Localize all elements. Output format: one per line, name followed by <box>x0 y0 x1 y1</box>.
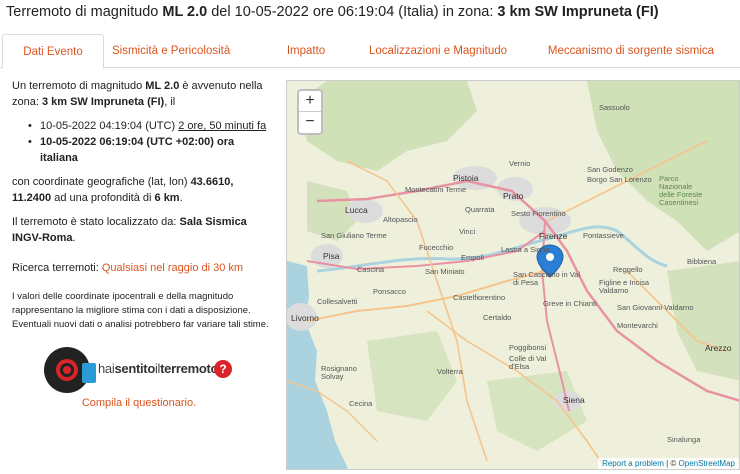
title-zone: 3 km SW Impruneta (FI) <box>497 4 659 20</box>
map-label: Quarrata <box>465 205 495 214</box>
intro-text: Un terremoto di magnitudo ML 2.0 è avven… <box>12 78 274 110</box>
map-label: Ponsacco <box>373 287 406 296</box>
title-magnitude: ML 2.0 <box>162 4 208 20</box>
map-label: Firenze <box>539 231 568 241</box>
map-label: Collesalvetti <box>317 297 358 306</box>
map-label: Borgo San Lorenzo <box>587 175 652 184</box>
map-label: Livorno <box>291 313 319 323</box>
map-label: Vinci <box>459 227 476 236</box>
map-label: Lastra a Signa <box>501 245 550 254</box>
located-part: Il terremoto è stato localizzato da: <box>12 216 180 228</box>
located-by-text: Il terremoto è stato localizzato da: Sal… <box>12 214 274 246</box>
tab-sismicita[interactable]: Sismicità e Pericolosità <box>112 34 230 68</box>
map-label: Montecatini Terme <box>405 185 467 194</box>
map-label: Sesto Fiorentino <box>511 209 566 218</box>
coords-part: . <box>179 192 183 204</box>
map-label: Prato <box>503 191 524 201</box>
tab-dati-evento[interactable]: Dati Evento <box>2 34 104 69</box>
report-problem-link[interactable]: Report a problem <box>602 459 664 468</box>
map-label: Siena <box>563 395 585 405</box>
map-label: Arezzo <box>705 343 732 353</box>
attribution-separator: | © <box>663 459 679 468</box>
zoom-out-button[interactable]: − <box>299 112 321 133</box>
help-icon[interactable]: ? <box>214 360 232 378</box>
map-label: Colle di Val d'Elsa <box>509 354 547 371</box>
intro-part: , il <box>164 96 176 108</box>
map-label: Montevarchi <box>617 321 658 330</box>
map-label: Greve in Chianti <box>543 299 597 308</box>
map-label: San Godenzo <box>587 165 633 174</box>
osm-link[interactable]: OpenStreetMap <box>679 459 735 468</box>
time-list: 10-05-2022 04:19:04 (UTC) 2 ore, 50 minu… <box>28 118 274 166</box>
map[interactable]: Pistoia Prato Montecatini Terme Lucca Al… <box>286 80 740 470</box>
search-radius-link[interactable]: Qualsiasi nel raggio di 30 km <box>102 262 243 274</box>
tab-localizzazioni[interactable]: Localizzazioni e Magnitudo <box>366 34 510 68</box>
logo-text: haisentitoilterremoto <box>98 361 218 376</box>
questionnaire-link[interactable]: Compila il questionario. <box>0 397 278 409</box>
map-label: Reggello <box>613 265 643 274</box>
intro-magnitude: ML 2.0 <box>145 80 180 92</box>
map-label: Lucca <box>345 205 368 215</box>
page-title: Terremoto di magnitudo ML 2.0 del 10-05-… <box>6 4 659 20</box>
tab-impatto[interactable]: Impatto <box>272 34 340 68</box>
map-label: San Giuliano Terme <box>321 231 387 240</box>
map-label: Poggibonsi <box>509 343 547 352</box>
map-label: Sinalunga <box>667 435 701 444</box>
logo-text-part: sentito <box>114 361 155 376</box>
map-label: Empoli <box>461 253 484 262</box>
zoom-control: + − <box>297 89 323 135</box>
map-attribution: Report a problem | © OpenStreetMap <box>598 458 739 469</box>
zoom-in-button[interactable]: + <box>299 91 321 112</box>
intro-zone: 3 km SW Impruneta (FI) <box>41 96 165 108</box>
map-label: Vernio <box>509 159 531 168</box>
search-text: Ricerca terremoti: Qualsiasi nel raggio … <box>12 260 274 276</box>
map-label: Parco Nazionale delle Foreste Casentines… <box>659 174 703 207</box>
map-label: Figline e Incisa Valdarno <box>599 278 650 295</box>
logo-text-part: hai <box>98 361 115 376</box>
depth-value: 6 km <box>154 192 180 204</box>
map-label: Castelfiorentino <box>453 293 506 302</box>
local-time: 10-05-2022 06:19:04 (UTC +02:00) ora ita… <box>40 136 235 164</box>
local-time-item: 10-05-2022 06:19:04 (UTC +02:00) ora ita… <box>28 134 274 166</box>
map-label: Pistoia <box>453 173 479 183</box>
map-label: San Giovanni Valdarno <box>617 303 694 312</box>
map-label: Fucecchio <box>419 243 454 252</box>
event-info: Un terremoto di magnitudo ML 2.0 è avven… <box>12 78 274 332</box>
map-label: Sassuolo <box>599 103 630 112</box>
map-label: Certaldo <box>483 313 512 322</box>
haisentito-logo[interactable]: haisentitoilterremoto ? <box>44 345 244 393</box>
map-label: Pontassieve <box>583 231 624 240</box>
map-label: Cascina <box>357 265 385 274</box>
tab-bar: Dati Evento Sismicità e Pericolosità Imp… <box>0 34 740 69</box>
map-label: Rosignano Solvay <box>321 364 357 381</box>
map-label: Bibbiena <box>687 257 717 266</box>
search-label: Ricerca terremoti: <box>12 262 102 274</box>
utc-time: 10-05-2022 04:19:04 (UTC) <box>40 120 179 132</box>
logo-dot <box>63 366 71 374</box>
disclaimer: I valori delle coordinate ipocentrali e … <box>12 291 269 330</box>
map-label: Altopascio <box>383 215 418 224</box>
title-middle: del 10-05-2022 ore 06:19:04 (Italia) in … <box>207 4 498 20</box>
utc-time-item: 10-05-2022 04:19:04 (UTC) 2 ore, 50 minu… <box>28 118 274 134</box>
coords-part: con coordinate geografiche (lat, lon) <box>12 176 191 188</box>
map-label: San Casciano in Val di Pesa <box>513 270 580 287</box>
map-label: San Miniato <box>425 267 465 276</box>
time-ago-link[interactable]: 2 ore, 50 minuti fa <box>178 120 266 132</box>
map-label: Cecina <box>349 399 373 408</box>
coords-part: ad una profondità di <box>51 192 155 204</box>
map-label: Pisa <box>323 251 340 261</box>
title-prefix: Terremoto di magnitudo <box>6 4 163 20</box>
map-label: Volterra <box>437 367 463 376</box>
tab-meccanismo[interactable]: Meccanismo di sorgente sismica <box>538 34 724 68</box>
located-part: . <box>72 232 76 244</box>
logo-text-part: terremoto <box>160 361 219 376</box>
logo-tab <box>82 363 96 383</box>
coordinates-text: con coordinate geografiche (lat, lon) 43… <box>12 174 274 206</box>
intro-part: Un terremoto di magnitudo <box>12 80 146 92</box>
